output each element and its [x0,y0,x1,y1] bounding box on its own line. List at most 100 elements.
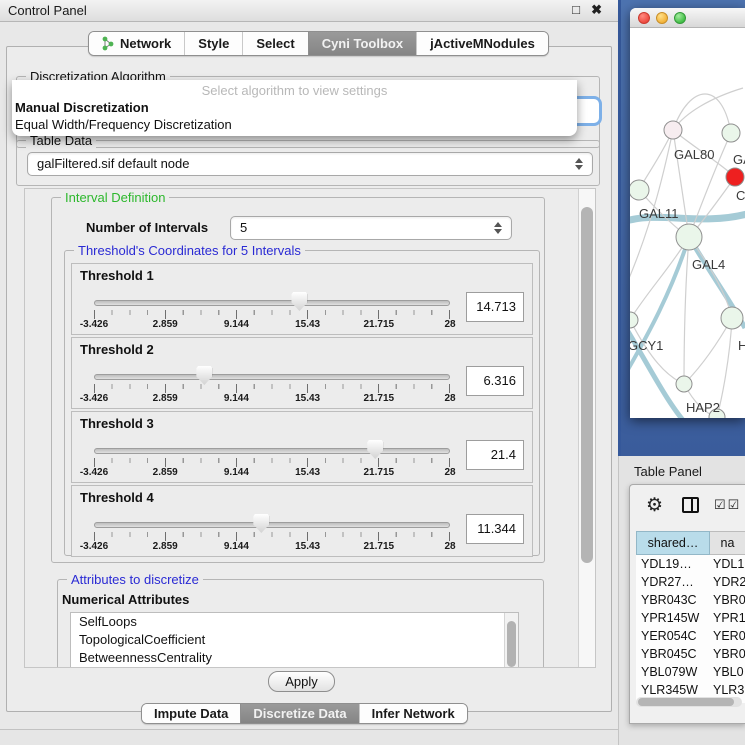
control-panel-window: Control Panel □ ✖ Network Style Select C… [0,0,618,745]
table-row[interactable]: YBR045CYBR0 [636,645,745,663]
settings-scrollpane: Interval Definition Number of Intervals … [24,188,596,668]
tab-select[interactable]: Select [242,32,307,55]
column-header-name[interactable]: na [710,531,745,555]
zoom-traffic-light-icon[interactable] [674,12,686,24]
threshold-4-label: Threshold 4 [80,490,154,505]
combo-stepper-icon[interactable] [575,157,584,171]
list-item[interactable]: BetweennessCentrality [71,649,518,667]
list-item[interactable]: TopologicalCoefficient [71,631,518,649]
interval-definition-label: Interval Definition [61,190,169,205]
slider-thumb[interactable] [253,514,269,533]
table-header-row: shared… na [636,531,745,555]
threshold-2-slider[interactable]: -3.4262.8599.14415.4321.71528 [94,362,450,408]
network-graph[interactable]: GAL80GACGAL11GAL4GCY1HHAP2 [630,28,745,418]
slider-track[interactable] [94,300,450,306]
network-canvas[interactable]: GAL80GACGAL11GAL4GCY1HHAP2 [630,28,745,418]
control-panel-titlebar: Control Panel □ ✖ [0,0,618,22]
table-panel-title: Table Panel [634,464,702,479]
top-tab-bar: Network Style Select Cyni Toolbox jActiv… [88,31,549,56]
list-scrollbar[interactable] [504,613,518,667]
table-row[interactable]: YBL079WYBL0 [636,663,745,681]
popup-option-manual[interactable]: Manual Discretization [12,99,577,116]
table-panel-region: Table Panel ⚙ ☑☑ shared… na YDL19…YDL1 Y… [618,456,745,745]
threshold-coordinates-label: Threshold's Coordinates for 5 Intervals [74,243,305,258]
slider-thumb[interactable] [367,440,383,459]
tab-discretize-data[interactable]: Discretize Data [240,704,358,723]
slider-tick-labels: -3.4262.8599.14415.4321.71528 [94,393,450,406]
slider-track[interactable] [94,522,450,528]
table-toolbar: ⚙ ☑☑ [630,485,745,527]
column-header-shared-name[interactable]: shared… [636,531,710,555]
tab-style[interactable]: Style [184,32,242,55]
table-row[interactable]: YBR043CYBR0 [636,591,745,609]
network-icon [102,36,114,51]
tab-impute-data[interactable]: Impute Data [142,704,240,723]
slider-track[interactable] [94,374,450,380]
svg-text:GAL4: GAL4 [692,257,725,272]
minimize-traffic-light-icon[interactable] [656,12,668,24]
network-window-titlebar [630,8,745,28]
tab-infer-network[interactable]: Infer Network [359,704,467,723]
threshold-4-slider[interactable]: -3.4262.8599.14415.4321.71528 [94,510,450,556]
gear-icon[interactable]: ⚙ [646,494,663,517]
threshold-4-value-field[interactable]: 11.344 [466,514,524,544]
table-row[interactable]: YPR145WYPR1 [636,609,745,627]
settings-viewport: Interval Definition Number of Intervals … [25,189,579,667]
threshold-3-label: Threshold 3 [80,416,154,431]
slider-ticks [94,532,450,541]
list-scrollbar-thumb[interactable] [507,621,516,667]
threshold-1-slider[interactable]: -3.4262.8599.14415.4321.71528 [94,288,450,334]
table-panel-window: ⚙ ☑☑ shared… na YDL19…YDL1 YDR27…YDR2 YB… [629,484,745,724]
footer-strip [0,730,618,745]
table-horizontal-scrollbar[interactable] [636,697,742,707]
table-row[interactable]: YDR27…YDR2 [636,573,745,591]
slider-tick-labels: -3.4262.8599.14415.4321.71528 [94,467,450,480]
slider-track[interactable] [94,448,450,454]
table-row[interactable]: YER054CYER0 [636,627,745,645]
slider-ticks [94,458,450,467]
close-traffic-light-icon[interactable] [638,12,650,24]
threshold-3-value-field[interactable]: 21.4 [466,440,524,470]
threshold-panel-3: Threshold 3 -3.4262.8599.14415.4321.7152… [71,411,533,483]
close-icon[interactable]: ✖ [591,2,602,18]
list-item[interactable]: SelfLoops [71,613,518,631]
columns-icon[interactable] [682,497,699,513]
svg-text:HAP2: HAP2 [686,400,720,415]
threshold-panel-4: Threshold 4 -3.4262.8599.14415.4321.7152… [71,485,533,557]
panel-title: Control Panel [8,3,87,18]
table-data-combo[interactable]: galFiltered.sif default node [27,152,593,176]
number-of-intervals-label: Number of Intervals [86,220,208,235]
float-window-icon[interactable]: □ [572,2,580,17]
popup-option-equal-width[interactable]: Equal Width/Frequency Discretization [12,116,577,133]
attributes-to-discretize-group: Attributes to discretize Numerical Attri… [57,579,544,667]
threshold-1-value-field[interactable]: 14.713 [466,292,524,322]
threshold-3-slider[interactable]: -3.4262.8599.14415.4321.71528 [94,436,450,482]
tab-network[interactable]: Network [89,32,184,55]
bottom-tab-bar: Impute Data Discretize Data Infer Networ… [141,703,468,724]
slider-thumb[interactable] [196,366,212,385]
svg-text:C: C [736,188,745,203]
table-row[interactable]: YDL19…YDL1 [636,555,745,573]
attributes-to-discretize-label: Attributes to discretize [67,572,203,587]
combo-stepper-icon[interactable] [494,221,503,235]
numerical-attributes-list[interactable]: SelfLoops TopologicalCoefficient Between… [70,612,519,667]
threshold-coordinates-group: Threshold's Coordinates for 5 Intervals … [64,250,540,556]
svg-text:H: H [738,338,745,353]
tab-cyni-toolbox[interactable]: Cyni Toolbox [308,32,416,55]
svg-text:GA: GA [733,152,745,167]
settings-scrollbar-thumb[interactable] [581,207,593,563]
tab-jactivemnodules[interactable]: jActiveMNodules [416,32,548,55]
apply-button[interactable]: Apply [268,671,335,692]
threshold-2-value-field[interactable]: 6.316 [466,366,524,396]
threshold-panels: Threshold 1 -3.4262.8599.14415.4321.7152… [65,251,539,557]
slider-ticks [94,310,450,319]
slider-thumb[interactable] [291,292,307,311]
slider-tick-labels: -3.4262.8599.14415.4321.71528 [94,319,450,332]
algorithm-dropdown-popup: Select algorithm to view settings Manual… [12,80,577,136]
number-of-intervals-combo[interactable]: 5 [230,216,512,240]
checkbox-icons[interactable]: ☑☑ [714,497,741,513]
table-horizontal-scrollbar-thumb[interactable] [638,698,734,706]
network-view-window: GAL80GACGAL11GAL4GCY1HHAP2 [630,8,745,418]
settings-scrollbar[interactable] [578,189,595,667]
slider-tick-labels: -3.4262.8599.14415.4321.71528 [94,541,450,554]
